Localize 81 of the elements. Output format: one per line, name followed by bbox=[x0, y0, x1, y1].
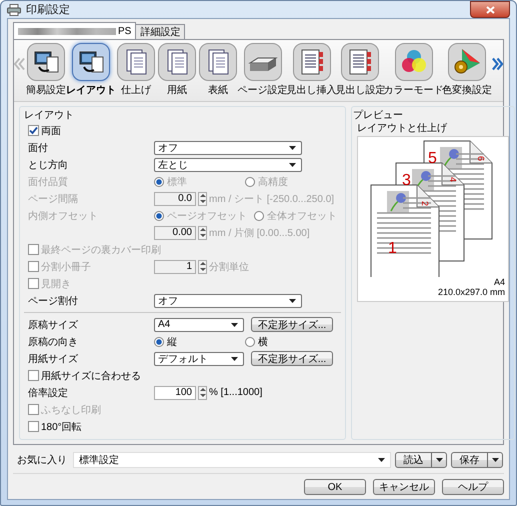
caret-icon bbox=[231, 322, 238, 326]
toolbar-tab[interactable]: 仕上げ bbox=[116, 43, 156, 97]
caret-icon bbox=[231, 356, 238, 360]
unit-text: mm / シート [-250.0...250.0] bbox=[209, 192, 334, 206]
field-label: 原稿サイズ bbox=[28, 318, 79, 332]
printer-icon bbox=[7, 4, 21, 16]
number-field[interactable]: 100 bbox=[154, 386, 196, 400]
dropdown[interactable]: デフォルト bbox=[154, 352, 244, 366]
page-number: 2 bbox=[420, 201, 430, 206]
toolbar-tab[interactable]: 見出し設定 bbox=[336, 43, 384, 97]
tab[interactable]: 詳細設定 bbox=[135, 24, 186, 39]
tabbed-document-icon bbox=[341, 43, 380, 81]
favorites-dropdown[interactable]: 標準設定 bbox=[73, 452, 391, 468]
field-label: 内側オフセット bbox=[28, 210, 99, 222]
monitor-document-icon bbox=[72, 43, 110, 81]
toolbar-tab[interactable]: 見出し挿入 bbox=[288, 43, 336, 97]
page-number: 6 bbox=[476, 156, 486, 162]
page-number: 4 bbox=[448, 177, 458, 182]
page-number: 1 bbox=[388, 240, 397, 257]
field-label: 原稿の向き bbox=[28, 336, 79, 348]
toolbar-tab[interactable]: 表紙 bbox=[198, 43, 238, 97]
field-label: 面付品質 bbox=[28, 176, 69, 188]
group-title: プレビュー bbox=[353, 109, 404, 122]
tabbed-document-icon bbox=[292, 43, 331, 81]
spin-buttons[interactable] bbox=[198, 260, 207, 274]
field-label: 倍率設定 bbox=[28, 386, 69, 400]
dropdown[interactable]: オフ bbox=[154, 140, 302, 154]
dialog-button[interactable]: OK bbox=[304, 479, 366, 495]
field-label: 面付 bbox=[28, 142, 49, 154]
checkbox[interactable]: 両面 bbox=[28, 124, 154, 138]
radio-button[interactable]: 横 bbox=[245, 334, 329, 348]
spin-buttons[interactable] bbox=[198, 386, 207, 400]
scroll-right-icon[interactable] bbox=[492, 57, 504, 71]
document-icon bbox=[158, 43, 196, 81]
spin-buttons[interactable] bbox=[198, 226, 207, 240]
dialog-button[interactable]: ヘルプ bbox=[442, 479, 504, 495]
dropdown[interactable]: 左とじ bbox=[154, 158, 302, 172]
window-title: 印刷設定 bbox=[26, 2, 70, 17]
caret-icon bbox=[378, 458, 385, 462]
caret-icon bbox=[436, 458, 442, 462]
paper-dimensions: 210.0x297.0 mm bbox=[438, 287, 505, 297]
paper-name: A4 bbox=[494, 277, 505, 287]
caret-icon bbox=[289, 298, 296, 302]
field-label: ページ間隔 bbox=[28, 192, 79, 206]
custom-size-button[interactable]: 不定形サイズ... bbox=[251, 317, 333, 332]
group-title: レイアウト bbox=[24, 109, 75, 122]
toolbar-tab[interactable]: 色変換設定 bbox=[443, 43, 492, 97]
field-label: とじ方向 bbox=[28, 158, 69, 172]
caret-icon bbox=[289, 146, 296, 150]
stacked-pages-icon bbox=[116, 43, 155, 81]
dropdown[interactable]: オフ bbox=[154, 294, 302, 308]
unit-text: mm / 片側 [0.00...5.00] bbox=[209, 226, 310, 240]
toolbar-tab[interactable]: レイアウト bbox=[66, 43, 115, 97]
split-button[interactable]: 保存 bbox=[451, 452, 503, 468]
custom-size-button[interactable]: 不定形サイズ... bbox=[251, 351, 333, 366]
field-label: ページ割付 bbox=[28, 294, 79, 308]
spin-buttons[interactable] bbox=[198, 192, 207, 206]
caret-icon bbox=[492, 458, 498, 462]
toolbar-tab[interactable]: カラーモード bbox=[385, 43, 442, 97]
dropdown[interactable]: A4 bbox=[154, 318, 244, 332]
color-circles-icon bbox=[394, 43, 433, 81]
checkbox[interactable]: 180°回転 bbox=[28, 420, 154, 434]
checkbox[interactable]: 用紙サイズに合わせる bbox=[28, 368, 154, 382]
toolbar-tab[interactable]: ページ設定 bbox=[238, 43, 287, 97]
radio-button[interactable]: 縦 bbox=[154, 334, 238, 348]
preview-subtitle: レイアウトと仕上げ bbox=[357, 122, 448, 136]
scroll-left-icon[interactable] bbox=[14, 57, 25, 71]
dialog-button[interactable]: キャンセル bbox=[373, 479, 435, 495]
caret-icon bbox=[289, 162, 296, 166]
paper-stack-icon bbox=[244, 43, 282, 81]
checkmark-icon bbox=[29, 126, 38, 135]
favorites-label: お気に入り bbox=[16, 454, 68, 467]
tab[interactable]: PS bbox=[13, 22, 136, 39]
field-label: 用紙サイズ bbox=[28, 352, 79, 366]
unit-text: % [1...1000] bbox=[209, 387, 262, 398]
close-button[interactable] bbox=[470, 1, 510, 18]
toolbar-tab[interactable]: 簡易設定 bbox=[26, 43, 66, 97]
unit-text: 分割単位 bbox=[209, 260, 249, 274]
close-icon bbox=[486, 6, 494, 14]
toolbar-tab[interactable]: 用紙 bbox=[156, 43, 197, 97]
split-button[interactable]: 読込 bbox=[395, 452, 447, 468]
